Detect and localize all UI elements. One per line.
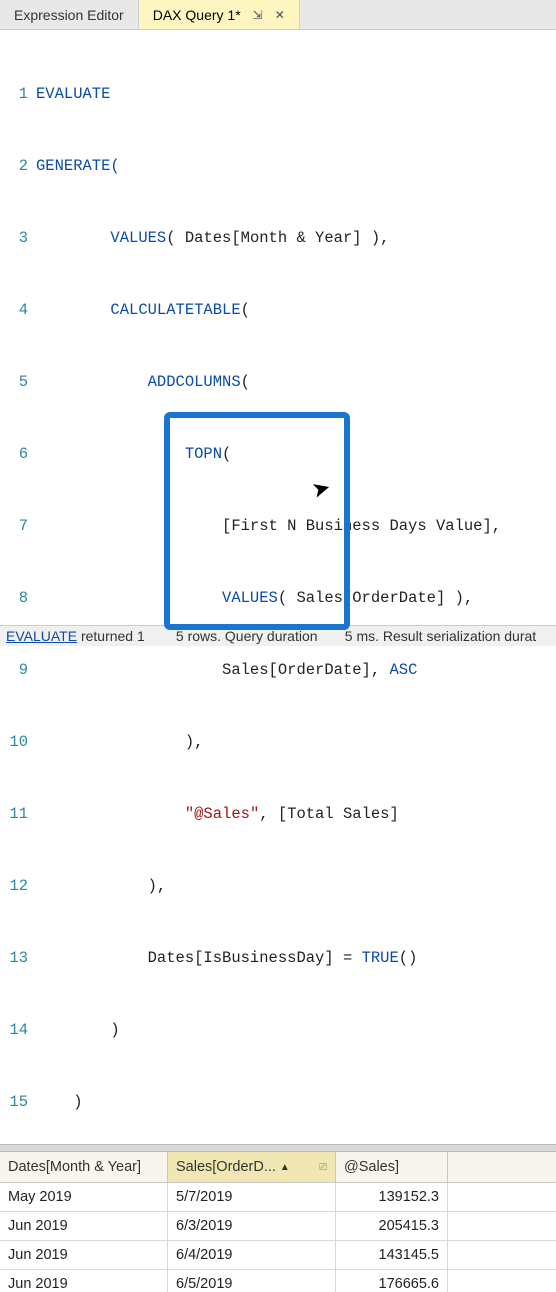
- code-token: [36, 373, 148, 391]
- line-gutter: 3: [0, 226, 36, 250]
- code-token: ): [36, 1021, 120, 1039]
- header-label: Sales[OrderD...: [176, 1159, 276, 1175]
- code-token: ): [36, 1093, 83, 1111]
- table-row[interactable]: Jun 20196/3/2019205415.3: [0, 1212, 556, 1241]
- cell-sales: 143145.5: [336, 1241, 448, 1269]
- line-gutter: 14: [0, 1018, 36, 1042]
- line-gutter: 9: [0, 658, 36, 682]
- code-token: "@Sales": [185, 805, 259, 823]
- tab-dax-query[interactable]: DAX Query 1* ⇲ ✕: [139, 0, 300, 29]
- table-row[interactable]: May 20195/7/2019139152.3: [0, 1183, 556, 1212]
- code-token: Sales[OrderDate],: [36, 661, 389, 679]
- code-token: (): [399, 949, 418, 967]
- cell-date: 5/7/2019: [168, 1183, 336, 1211]
- cell-date: 6/4/2019: [168, 1241, 336, 1269]
- tab-label: DAX Query 1*: [153, 7, 241, 23]
- code-token: [36, 229, 110, 247]
- sort-asc-icon: ▲: [280, 1162, 290, 1173]
- header-label: @Sales]: [344, 1159, 399, 1175]
- code-token: VALUES: [222, 589, 278, 607]
- header-label: Dates[Month & Year]: [8, 1159, 141, 1175]
- code-token: GENERATE(: [36, 157, 120, 175]
- code-token: ),: [36, 877, 166, 895]
- code-token: (: [222, 445, 231, 463]
- code-token: CALCULATETABLE: [110, 301, 240, 319]
- grid-body: May 20195/7/2019139152.3 Jun 20196/3/201…: [0, 1183, 556, 1292]
- line-gutter: 5: [0, 370, 36, 394]
- close-icon[interactable]: ✕: [275, 8, 285, 22]
- code-token: [36, 445, 185, 463]
- cell-month: May 2019: [0, 1183, 168, 1211]
- code-token: ASC: [389, 661, 417, 679]
- line-gutter: 13: [0, 946, 36, 970]
- cell-date: 6/3/2019: [168, 1212, 336, 1240]
- code-token: VALUES: [110, 229, 166, 247]
- splitter[interactable]: [0, 1144, 556, 1152]
- line-gutter: 8: [0, 586, 36, 610]
- code-token: TRUE: [362, 949, 399, 967]
- status-text: 5 rows. Query duration: [176, 628, 318, 644]
- code-token: ),: [36, 733, 203, 751]
- code-token: EVALUATE: [36, 85, 110, 103]
- tab-bar: Expression Editor DAX Query 1* ⇲ ✕: [0, 0, 556, 30]
- code-token: [First N Business Days Value],: [36, 517, 501, 535]
- line-gutter: 4: [0, 298, 36, 322]
- cell-sales: 139152.3: [336, 1183, 448, 1211]
- table-row[interactable]: Jun 20196/5/2019176665.6: [0, 1270, 556, 1292]
- cell-month: Jun 2019: [0, 1270, 168, 1292]
- status-bar: EVALUATE returned 1 5 rows. Query durati…: [0, 625, 556, 646]
- code-token: (: [241, 301, 250, 319]
- tab-expression-editor[interactable]: Expression Editor: [0, 0, 139, 29]
- code-token: Dates[IsBusinessDay] =: [36, 949, 362, 967]
- code-token: , [Total Sales]: [259, 805, 399, 823]
- column-header-sales[interactable]: @Sales]: [336, 1152, 448, 1182]
- code-token: [36, 301, 110, 319]
- code-token: [36, 589, 222, 607]
- line-gutter: 7: [0, 514, 36, 538]
- line-gutter: 11: [0, 802, 36, 826]
- status-text: 5 ms. Result serialization durat: [345, 628, 536, 644]
- tab-label: Expression Editor: [14, 7, 124, 23]
- code-token: ( Dates[Month & Year] ),: [166, 229, 389, 247]
- cell-month: Jun 2019: [0, 1241, 168, 1269]
- table-row[interactable]: Jun 20196/4/2019143145.5: [0, 1241, 556, 1270]
- line-gutter: 6: [0, 442, 36, 466]
- status-link[interactable]: EVALUATE: [6, 628, 77, 644]
- line-gutter: 2: [0, 154, 36, 178]
- cell-month: Jun 2019: [0, 1212, 168, 1240]
- code-token: [36, 805, 185, 823]
- code-editor[interactable]: 1EVALUATE 2GENERATE( 3 VALUES( Dates[Mon…: [0, 30, 556, 1144]
- cell-sales: 176665.6: [336, 1270, 448, 1292]
- code-token: (: [241, 373, 250, 391]
- results-grid: Dates[Month & Year] Sales[OrderD... ▲ ⎚ …: [0, 1152, 556, 1292]
- line-gutter: 10: [0, 730, 36, 754]
- pin-icon[interactable]: ⇲: [253, 8, 263, 22]
- column-header-month-year[interactable]: Dates[Month & Year]: [0, 1152, 168, 1182]
- line-gutter: 1: [0, 82, 36, 106]
- status-text: returned 1: [77, 628, 145, 644]
- code-token: ADDCOLUMNS: [148, 373, 241, 391]
- code-token: TOPN: [185, 445, 222, 463]
- filter-icon[interactable]: ⎚: [319, 1162, 327, 1173]
- cell-sales: 205415.3: [336, 1212, 448, 1240]
- line-gutter: 12: [0, 874, 36, 898]
- column-header-orderdate[interactable]: Sales[OrderD... ▲ ⎚: [168, 1152, 336, 1182]
- code-token: ( Sales[OrderDate] ),: [278, 589, 473, 607]
- line-gutter: 15: [0, 1090, 36, 1114]
- grid-header: Dates[Month & Year] Sales[OrderD... ▲ ⎚ …: [0, 1152, 556, 1183]
- cell-date: 6/5/2019: [168, 1270, 336, 1292]
